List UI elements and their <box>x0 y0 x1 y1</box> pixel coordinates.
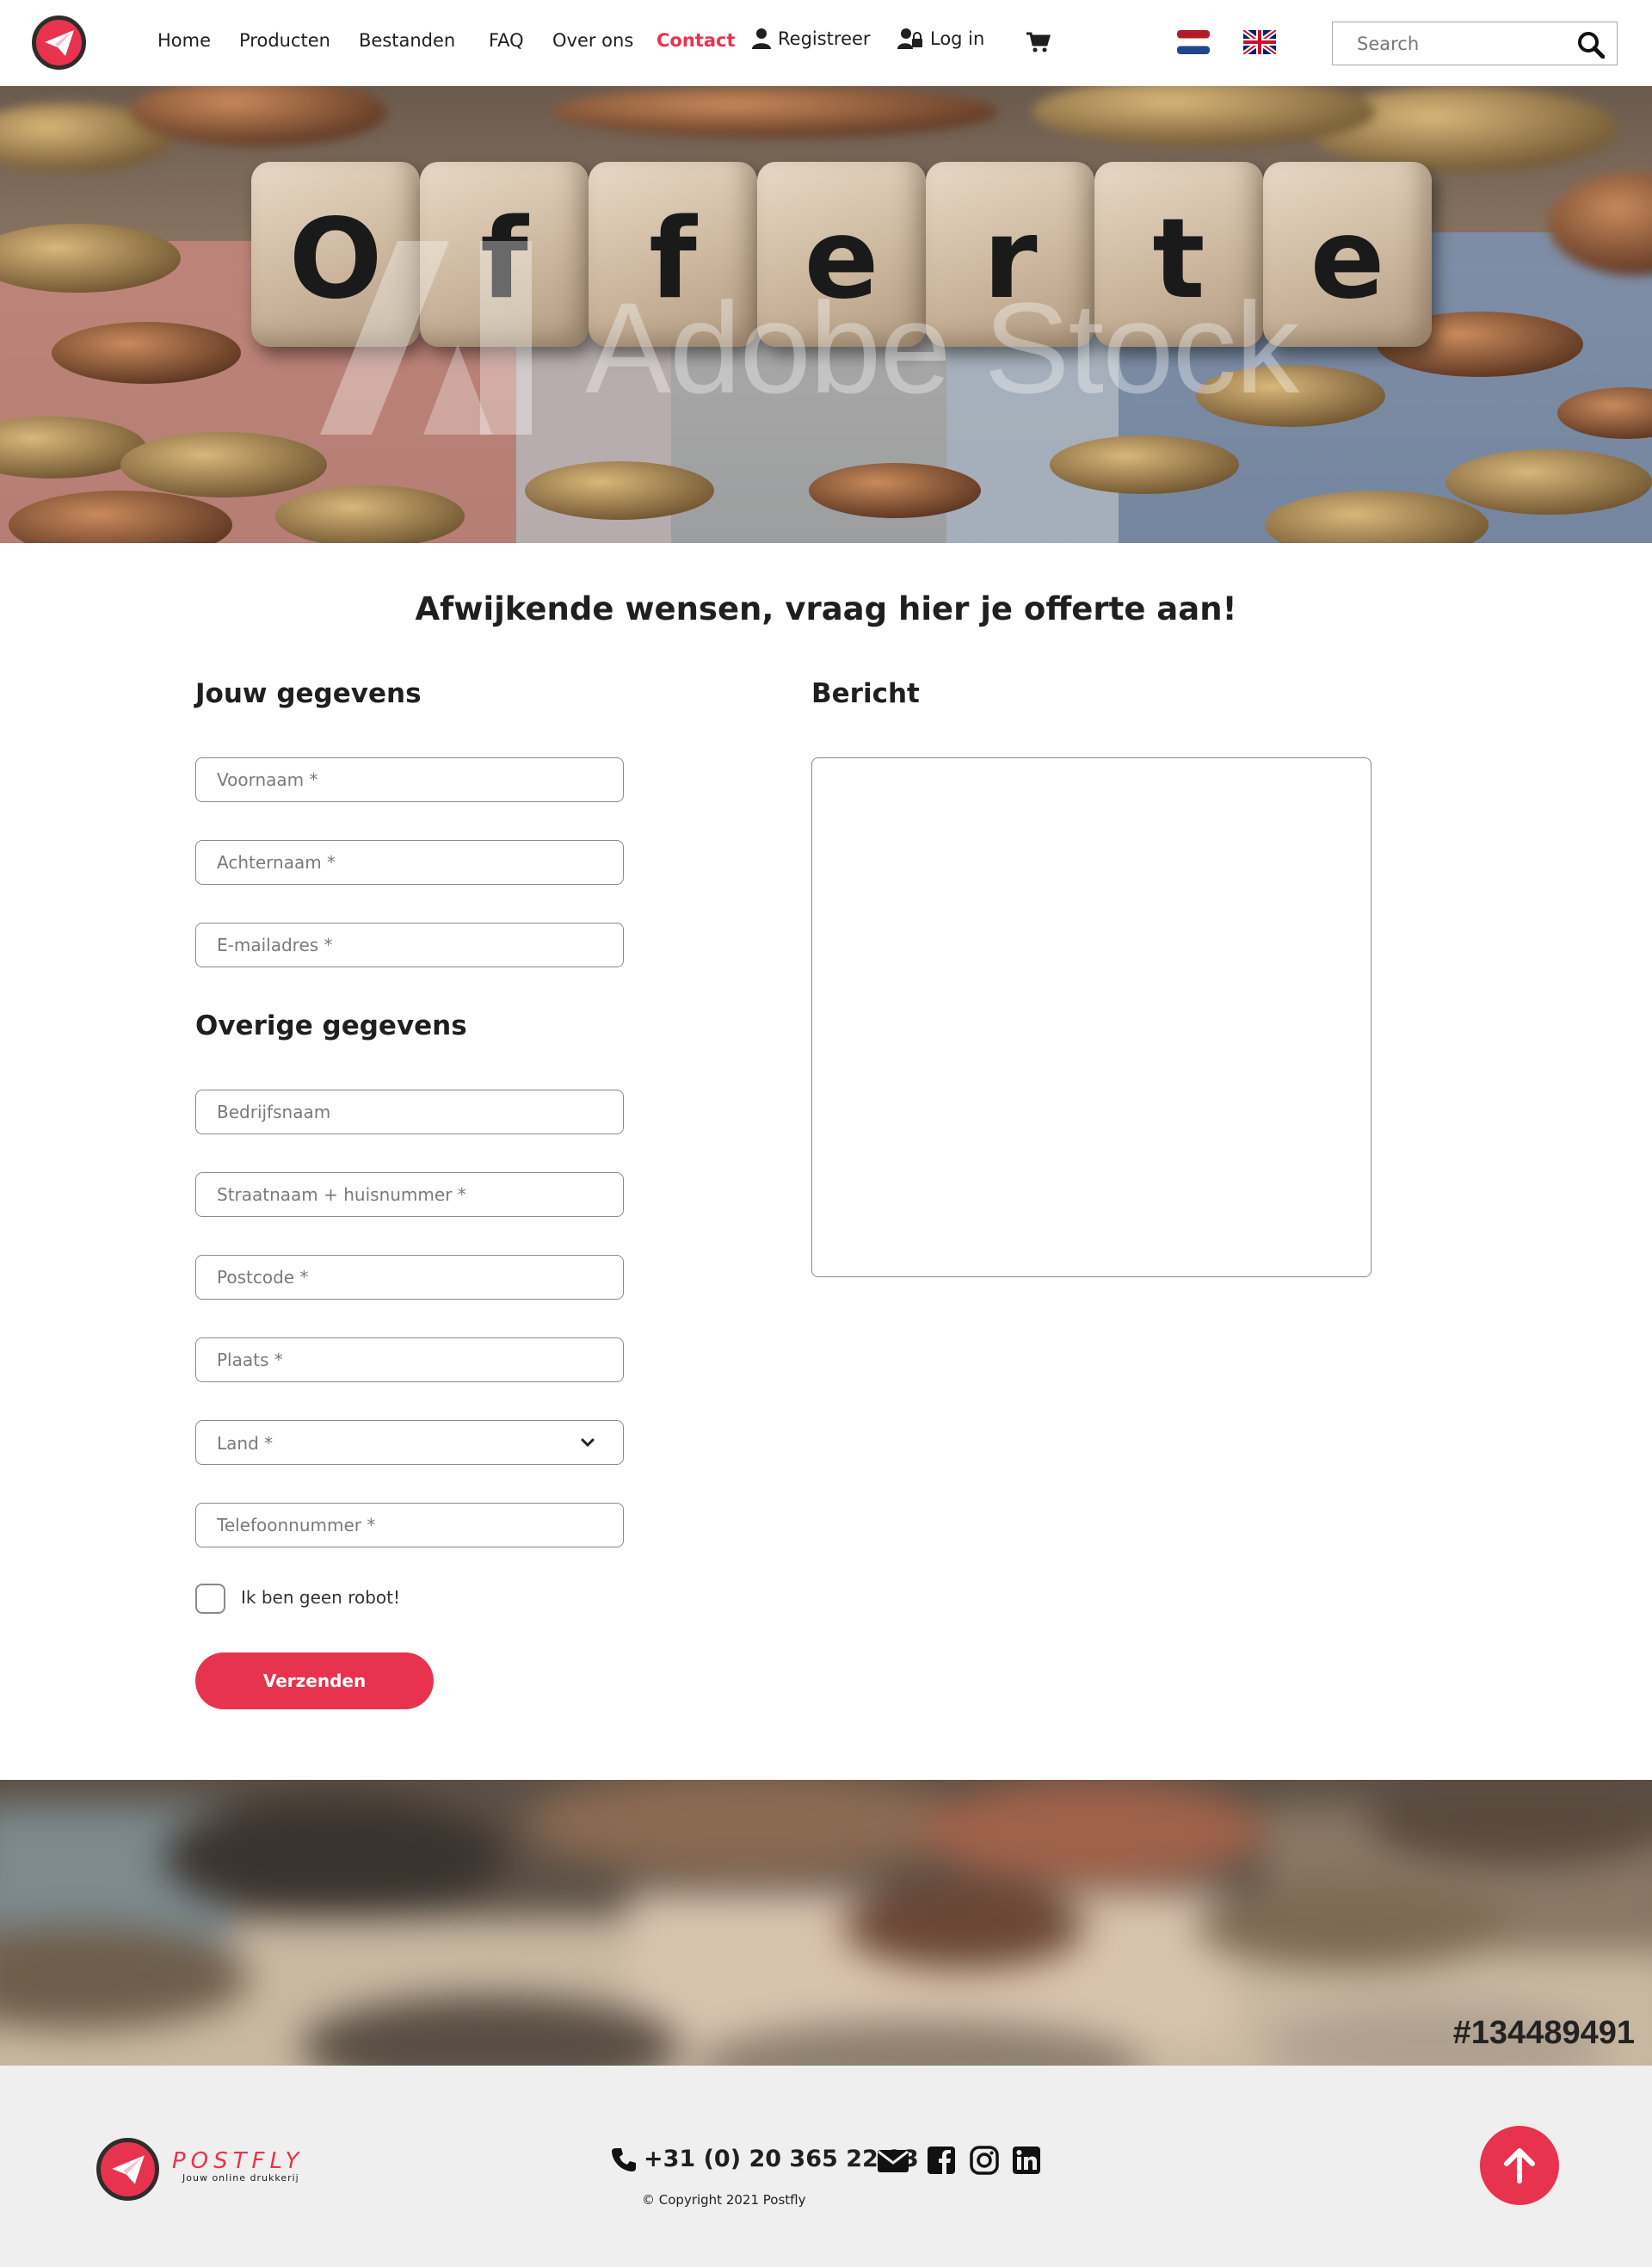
email-input[interactable] <box>217 923 613 967</box>
robot-checkbox[interactable] <box>195 1584 225 1614</box>
login-link[interactable]: Log in <box>897 28 984 49</box>
linkedin-icon[interactable] <box>1011 2145 1042 2176</box>
adobe-stock-watermark: Adobe Stock <box>585 275 1300 420</box>
footer-phone[interactable]: +31 (0) 20 365 22 93 <box>611 2146 919 2172</box>
last-name-input[interactable] <box>217 841 613 884</box>
login-label: Log in <box>930 28 985 49</box>
logo-icon[interactable] <box>32 15 86 70</box>
user-icon <box>752 28 771 49</box>
search-icon[interactable] <box>1577 31 1605 59</box>
register-link[interactable]: Registreer <box>752 28 871 49</box>
email-icon[interactable] <box>878 2145 909 2176</box>
street-input[interactable] <box>217 1173 613 1216</box>
nav-home[interactable]: Home <box>157 30 211 51</box>
first-name-field <box>195 757 624 802</box>
street-field <box>195 1172 624 1217</box>
submit-button[interactable]: Verzenden <box>195 1652 434 1709</box>
facebook-icon[interactable] <box>926 2145 957 2176</box>
flag-uk-icon[interactable] <box>1243 30 1276 54</box>
country-select[interactable]: Land * <box>195 1420 624 1465</box>
section-title-other: Overige gegevens <box>195 1010 467 1041</box>
nav-bestanden[interactable]: Bestanden <box>359 30 455 51</box>
user-lock-icon <box>897 28 922 49</box>
phone-input[interactable] <box>217 1504 613 1547</box>
email-field <box>195 923 624 967</box>
footer-logo-icon[interactable] <box>96 2138 159 2201</box>
message-textarea[interactable] <box>811 757 1372 1277</box>
nav-producten[interactable]: Producten <box>239 30 330 51</box>
robot-checkbox-label: Ik ben geen robot! <box>241 1587 401 1608</box>
site-header: Home Producten Bestanden FAQ Over ons Co… <box>0 0 1652 86</box>
cart-icon[interactable] <box>1026 32 1051 53</box>
chevron-down-icon <box>581 1438 595 1448</box>
company-input[interactable] <box>217 1090 613 1134</box>
bottom-banner: #134489491 <box>0 1780 1652 2066</box>
copyright-text: © Copyright 2021 Postfly <box>642 2192 806 2208</box>
search-box <box>1332 22 1618 65</box>
flag-nl-icon[interactable] <box>1177 30 1210 54</box>
adobe-watermark-icon <box>320 241 532 435</box>
nav-faq[interactable]: FAQ <box>489 30 524 51</box>
section-title-message: Bericht <box>811 678 920 709</box>
city-input[interactable] <box>217 1338 613 1381</box>
postcode-input[interactable] <box>217 1256 613 1299</box>
register-label: Registreer <box>778 28 871 49</box>
city-field <box>195 1337 624 1382</box>
scroll-to-top-button[interactable] <box>1480 2126 1559 2205</box>
postcode-field <box>195 1255 624 1300</box>
last-name-field <box>195 840 624 885</box>
nav-over-ons[interactable]: Over ons <box>552 30 633 51</box>
stock-id-label: #134489491 <box>1452 2015 1635 2051</box>
site-footer: POSTFLY Jouw online drukkerij +31 (0) 20… <box>0 2066 1652 2267</box>
arrow-up-icon <box>1504 2148 1535 2184</box>
hero-banner: O f f e r t e Adobe Stock <box>0 86 1652 543</box>
country-select-value: Land * <box>217 1433 274 1454</box>
section-title-personal: Jouw gegevens <box>195 678 422 709</box>
footer-brand-name: POSTFLY <box>172 2148 305 2174</box>
phone-field <box>195 1503 624 1547</box>
company-field <box>195 1090 624 1134</box>
phone-icon <box>612 2147 636 2171</box>
search-input[interactable] <box>1357 22 1572 65</box>
nav-contact[interactable]: Contact <box>656 30 736 51</box>
blurred-money-image <box>0 1780 1652 2066</box>
first-name-input[interactable] <box>217 758 613 801</box>
page-title: Afwijkende wensen, vraag hier je offerte… <box>415 590 1237 627</box>
footer-brand-tagline: Jouw online drukkerij <box>182 2172 299 2184</box>
instagram-icon[interactable] <box>969 2145 1000 2176</box>
